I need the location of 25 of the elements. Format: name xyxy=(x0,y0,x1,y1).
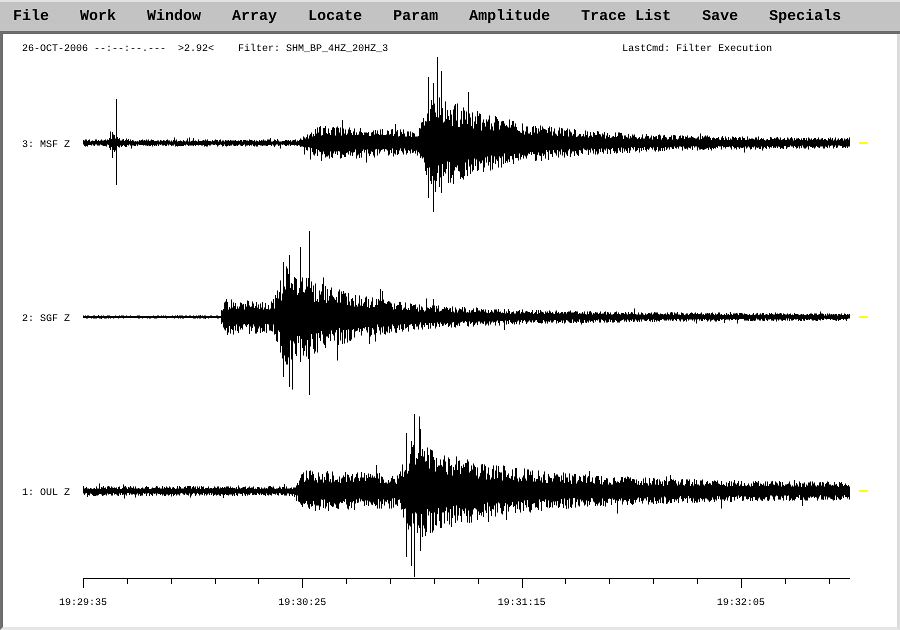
time-label: 19:31:15 xyxy=(498,598,546,609)
trace-marker-icon xyxy=(859,142,868,144)
scale-readout: >2.92< xyxy=(178,44,214,56)
menu-item[interactable]: File xyxy=(13,8,50,26)
time-text: --:--:--.--- xyxy=(94,44,166,56)
menu-item[interactable]: Array xyxy=(232,8,278,26)
menu-item[interactable]: Amplitude xyxy=(469,8,550,26)
menu-item[interactable]: Param xyxy=(393,8,438,26)
menu-item[interactable]: Locate xyxy=(308,8,362,26)
trace-marker-icon xyxy=(859,316,868,318)
menu-item[interactable]: Work xyxy=(80,8,116,26)
last-command-text: LastCmd: Filter Execution xyxy=(622,44,772,56)
menu-item[interactable]: Window xyxy=(147,8,202,26)
filter-label: Filter: SHM_BP_4HZ_20HZ_3 xyxy=(238,44,388,56)
trace-marker-icon xyxy=(859,490,868,492)
time-label: 19:30:25 xyxy=(278,598,326,609)
time-label: 19:32:05 xyxy=(716,598,765,609)
trace-label: 2: SGF Z xyxy=(22,314,70,325)
trace-label: 1: OUL Z xyxy=(22,488,70,499)
date-text: 26-OCT-2006 xyxy=(22,44,88,56)
trace-label: 3: MSF Z xyxy=(22,140,70,151)
menu-item[interactable]: Save xyxy=(702,8,738,26)
menu-item[interactable]: Specials xyxy=(769,8,842,26)
time-label: 19:29:35 xyxy=(59,598,107,609)
menu-item[interactable]: Trace List xyxy=(581,8,672,26)
